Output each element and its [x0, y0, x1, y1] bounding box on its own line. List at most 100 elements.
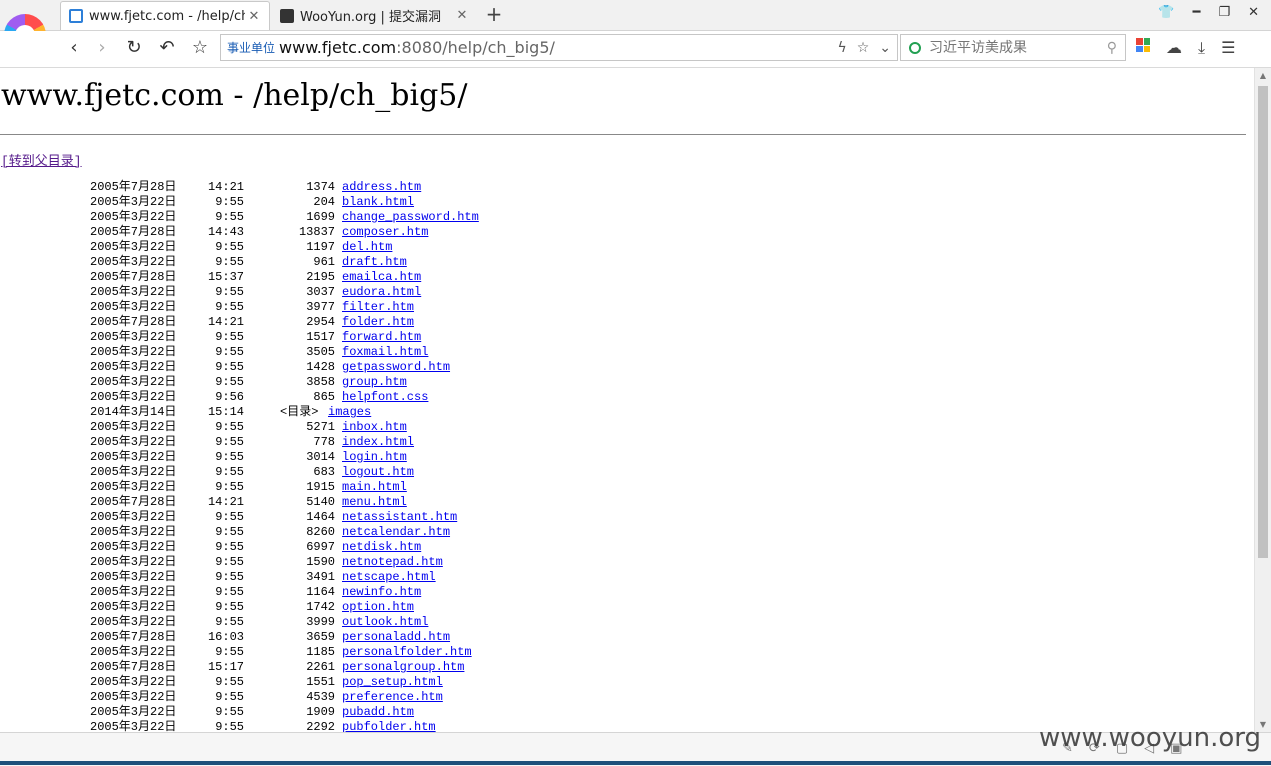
- directory-link[interactable]: images: [328, 405, 371, 420]
- reload-icon[interactable]: ↻: [122, 36, 146, 60]
- file-date: 2005年3月22日: [90, 600, 177, 614]
- search-input[interactable]: [927, 38, 1091, 57]
- file-link[interactable]: composer.htm: [342, 225, 428, 240]
- file-time: 9:55: [215, 300, 244, 314]
- file-time: 9:55: [215, 675, 244, 689]
- search-icon[interactable]: ⚲: [1107, 40, 1117, 56]
- back-icon[interactable]: ‹: [62, 36, 86, 60]
- file-size: 1590: [306, 555, 335, 569]
- close-tab-icon[interactable]: ✕: [453, 8, 471, 23]
- restore-icon[interactable]: ❐: [1218, 5, 1230, 20]
- file-link[interactable]: logout.htm: [342, 465, 414, 480]
- file-link[interactable]: eudora.html: [342, 285, 421, 300]
- file-time: 9:55: [215, 690, 244, 704]
- page-title: www.fjetc.com - /help/ch_big5/: [1, 78, 468, 113]
- cloud-icon[interactable]: ☁: [1166, 38, 1182, 58]
- file-link[interactable]: netscape.html: [342, 570, 436, 585]
- file-link[interactable]: pop_setup.html: [342, 675, 443, 690]
- file-link[interactable]: folder.htm: [342, 315, 414, 330]
- file-size: 778: [313, 435, 335, 449]
- file-link[interactable]: del.htm: [342, 240, 392, 255]
- file-link[interactable]: option.htm: [342, 600, 414, 615]
- file-time: 9:55: [215, 720, 244, 732]
- file-link[interactable]: address.htm: [342, 180, 421, 195]
- file-time: 9:55: [215, 210, 244, 224]
- file-time: 14:21: [207, 495, 244, 509]
- undo-close-icon[interactable]: ↶: [155, 36, 179, 60]
- file-link[interactable]: pubadd.htm: [342, 705, 414, 720]
- file-date: 2005年7月28日: [90, 270, 177, 284]
- file-size: 2261: [306, 660, 335, 674]
- file-link[interactable]: personalgroup.htm: [342, 660, 464, 675]
- new-tab-button[interactable]: +: [484, 3, 504, 25]
- tab-wooyun[interactable]: WooYun.org | 提交漏洞 ✕: [272, 1, 477, 30]
- file-link[interactable]: newinfo.htm: [342, 585, 421, 600]
- apps-grid-icon[interactable]: [1136, 38, 1150, 52]
- file-link[interactable]: menu.html: [342, 495, 407, 510]
- file-link[interactable]: personalfolder.htm: [342, 645, 472, 660]
- file-time: 9:55: [215, 585, 244, 599]
- file-date: 2005年3月22日: [90, 300, 177, 314]
- skin-shirt-icon[interactable]: 👕: [1158, 5, 1174, 20]
- file-date: 2005年3月22日: [90, 360, 177, 374]
- file-link[interactable]: emailca.htm: [342, 270, 421, 285]
- file-link[interactable]: netnotepad.htm: [342, 555, 443, 570]
- file-date: 2005年3月22日: [90, 720, 177, 732]
- vertical-scrollbar[interactable]: ▲ ▼: [1254, 68, 1271, 732]
- bookmark-star-icon[interactable]: ☆: [188, 36, 212, 60]
- favorite-star-icon[interactable]: ☆: [857, 40, 870, 56]
- file-link[interactable]: index.html: [342, 435, 414, 450]
- navigation-toolbar: ‹ › ↻ ↶ ☆ 事业单位 www.fjetc.com:8080/help/c…: [0, 31, 1271, 68]
- file-link[interactable]: personaladd.htm: [342, 630, 450, 645]
- scroll-thumb[interactable]: [1258, 86, 1268, 558]
- file-date: 2005年3月22日: [90, 615, 177, 629]
- file-date: 2005年3月22日: [90, 375, 177, 389]
- file-link[interactable]: change_password.htm: [342, 210, 479, 225]
- file-link[interactable]: blank.html: [342, 195, 414, 210]
- wooyun-favicon-icon: [280, 8, 294, 23]
- file-link[interactable]: netassistant.htm: [342, 510, 457, 525]
- file-link[interactable]: group.htm: [342, 375, 407, 390]
- file-link[interactable]: main.html: [342, 480, 407, 495]
- file-time: 9:55: [215, 420, 244, 434]
- file-time: 9:55: [215, 435, 244, 449]
- file-link[interactable]: helpfont.css: [342, 390, 428, 405]
- search-box[interactable]: ⚲: [900, 34, 1126, 61]
- file-link[interactable]: inbox.htm: [342, 420, 407, 435]
- file-link[interactable]: netdisk.htm: [342, 540, 421, 555]
- file-size: 1428: [306, 360, 335, 374]
- minimize-icon[interactable]: ━: [1193, 5, 1201, 20]
- forward-icon[interactable]: ›: [90, 36, 114, 60]
- file-link[interactable]: netcalendar.htm: [342, 525, 450, 540]
- chevron-down-icon[interactable]: ⌄: [879, 40, 891, 56]
- address-bar[interactable]: 事业单位 www.fjetc.com:8080/help/ch_big5/ ϟ …: [220, 34, 898, 61]
- lightning-icon[interactable]: ϟ: [837, 40, 846, 56]
- file-link[interactable]: getpassword.htm: [342, 360, 450, 375]
- file-size: 683: [313, 465, 335, 479]
- scroll-up-icon[interactable]: ▲: [1255, 71, 1271, 80]
- file-date: 2005年3月22日: [90, 390, 177, 404]
- close-window-icon[interactable]: ✕: [1248, 5, 1259, 20]
- file-date: 2005年7月28日: [90, 660, 177, 674]
- file-link[interactable]: draft.htm: [342, 255, 407, 270]
- download-icon[interactable]: ⤓: [1198, 38, 1205, 58]
- menu-icon[interactable]: ☰: [1221, 38, 1235, 58]
- file-date: 2005年3月22日: [90, 570, 177, 584]
- parent-directory-link[interactable]: [转到父目录]: [1, 150, 82, 169]
- file-link[interactable]: pubfolder.htm: [342, 720, 436, 732]
- url-host: www.fjetc.com: [279, 38, 397, 57]
- site-category-badge[interactable]: 事业单位: [227, 39, 275, 56]
- file-link[interactable]: preference.htm: [342, 690, 443, 705]
- file-link[interactable]: foxmail.html: [342, 345, 428, 360]
- file-link[interactable]: outlook.html: [342, 615, 428, 630]
- file-link[interactable]: forward.htm: [342, 330, 421, 345]
- file-time: 9:55: [215, 540, 244, 554]
- file-size: 3858: [306, 375, 335, 389]
- file-link[interactable]: filter.htm: [342, 300, 414, 315]
- file-date: 2005年3月22日: [90, 540, 177, 554]
- file-size: 5271: [306, 420, 335, 434]
- file-date: 2005年3月22日: [90, 525, 177, 539]
- close-tab-icon[interactable]: ✕: [245, 9, 263, 24]
- tab-fjetc[interactable]: www.fjetc.com - /help/ch_b ✕: [60, 1, 270, 30]
- file-link[interactable]: login.htm: [342, 450, 407, 465]
